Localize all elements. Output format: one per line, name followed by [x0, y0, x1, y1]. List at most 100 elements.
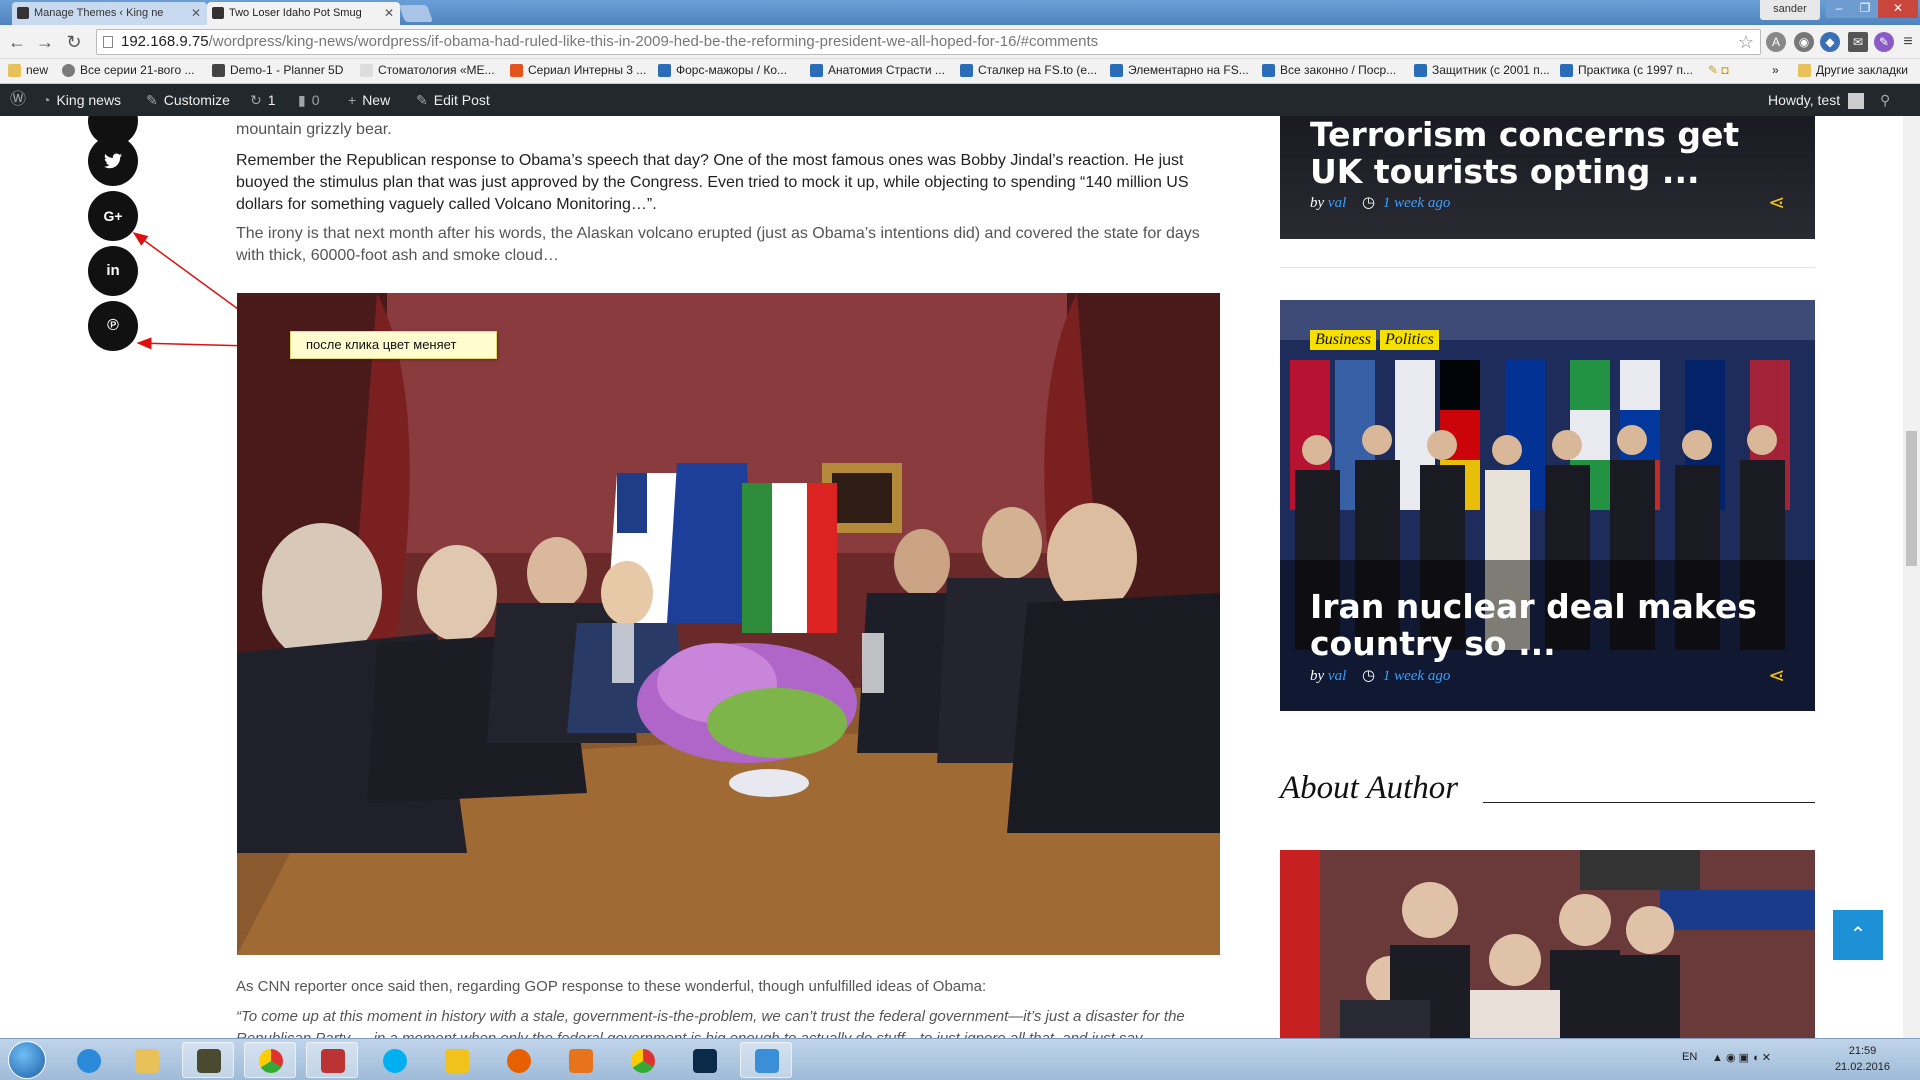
post-date-link[interactable]: 1 week ago — [1383, 195, 1450, 211]
extension-globe-icon[interactable]: ◉ — [1794, 32, 1814, 52]
post-title[interactable]: Terrorism concerns get UK tourists optin… — [1310, 116, 1780, 190]
taskbar-ie[interactable] — [62, 1042, 114, 1078]
bookmark-item[interactable]: new — [8, 63, 48, 77]
new-content-link[interactable]: + New — [348, 84, 390, 116]
sidebar-post-card[interactable]: Business Politics Iran nuclear deal makes… — [1280, 300, 1815, 711]
post-title[interactable]: Iran nuclear deal makes country so ... — [1310, 588, 1780, 662]
customize-link[interactable]: ✎ Customize — [146, 84, 230, 116]
bookmark-item[interactable]: Все серии 21-вого ... — [62, 63, 194, 77]
edit-post-link[interactable]: ✎ Edit Post — [416, 84, 490, 116]
forward-icon[interactable]: → — [34, 32, 56, 53]
bookmark-item[interactable]: Все законно / Поср... — [1262, 63, 1396, 77]
about-author-heading: About Author — [1280, 770, 1459, 806]
author-group-photo — [1280, 850, 1815, 1038]
twitter-share-button[interactable] — [88, 136, 138, 186]
internet-explorer-icon — [77, 1049, 101, 1073]
taskbar-app[interactable] — [740, 1042, 792, 1078]
bookmark-item[interactable]: Анатомия Страсти ... — [810, 63, 945, 77]
taskbar-photoshop[interactable] — [678, 1042, 730, 1078]
new-tab-button[interactable] — [398, 5, 434, 22]
chrome-icon — [259, 1049, 283, 1073]
tag-politics[interactable]: Politics — [1380, 330, 1439, 350]
mail-extension-icon[interactable]: ✉ — [1848, 32, 1868, 52]
author-link[interactable]: val — [1328, 668, 1346, 684]
tag-business[interactable]: Business — [1310, 330, 1376, 350]
page-content: G+ in ℗ mountain grizzly bear. Remember … — [0, 116, 1920, 1038]
post-meta: by val ◷ 1 week ago — [1310, 668, 1451, 684]
adblock-extension-icon[interactable]: A — [1766, 32, 1786, 52]
flame-favicon-icon — [510, 64, 523, 77]
start-button[interactable] — [8, 1041, 46, 1079]
pencil-icon: ✎ — [416, 92, 428, 108]
bookmark-item[interactable]: Стоматология «МЕ... — [360, 63, 495, 77]
close-window-button[interactable]: ✕ — [1878, 0, 1918, 18]
updates-link[interactable]: ↻ 1 — [250, 84, 276, 116]
article-paragraph: mountain grizzly bear. — [236, 121, 392, 138]
taskbar-app[interactable] — [182, 1042, 234, 1078]
browser-toolbar: ← → ↻ 192.168.9.75/wordpress/king-news/w… — [0, 25, 1920, 59]
comments-link[interactable]: ▮ 0 — [298, 84, 320, 116]
url-input[interactable]: 192.168.9.75/wordpress/king-news/wordpre… — [96, 29, 1761, 55]
close-tab-icon[interactable]: ✕ — [191, 2, 201, 24]
tab-title: Manage Themes ‹ King ne — [34, 7, 164, 19]
page-info-icon[interactable] — [103, 36, 113, 48]
page-scrollbar[interactable] — [1903, 116, 1920, 1038]
language-indicator[interactable]: EN — [1682, 1051, 1697, 1063]
share-icon[interactable]: ⋖ — [1768, 190, 1785, 215]
category-tags: Business Politics — [1310, 330, 1443, 350]
bookmark-item[interactable]: Сериал Интерны 3 ... — [510, 63, 646, 77]
minimize-window-button[interactable]: – — [1826, 0, 1852, 18]
bookmark-extra-icons[interactable]: ✎ ◘ — [1708, 63, 1729, 77]
menu-icon[interactable]: ≡ — [1898, 32, 1918, 52]
search-icon[interactable]: ⚲ — [1880, 84, 1890, 116]
bookmark-item[interactable]: Практика (с 1997 п... — [1560, 63, 1693, 77]
taskbar-explorer[interactable] — [120, 1042, 172, 1078]
close-tab-icon[interactable]: ✕ — [384, 2, 394, 24]
office-icon — [569, 1049, 593, 1073]
tab-active-article[interactable]: Two Loser Idaho Pot Smug ✕ — [207, 2, 400, 25]
dashboard-icon: ◔ — [42, 92, 51, 108]
fs-arrow-icon — [1560, 64, 1573, 77]
bookmark-item[interactable]: Защитник (с 2001 п... — [1414, 63, 1550, 77]
taskbar-chrome[interactable] — [244, 1042, 296, 1078]
sidebar-post-card[interactable]: Terrorism concerns get UK tourists optin… — [1280, 116, 1815, 239]
bookmarks-overflow-button[interactable]: » — [1772, 63, 1779, 77]
article-paragraph: Remember the Republican response to Obam… — [236, 152, 1189, 213]
profile-name[interactable]: sander — [1760, 0, 1820, 20]
tab-manage-themes[interactable]: Manage Themes ‹ King ne ✕ — [12, 2, 207, 25]
system-clock[interactable]: 21:59 21.02.2016 — [1835, 1043, 1890, 1075]
bookmark-item[interactable]: Элементарно на FS... — [1110, 63, 1249, 77]
other-bookmarks-folder[interactable]: Другие закладки — [1798, 63, 1908, 77]
scrollbar-thumb[interactable] — [1906, 431, 1917, 566]
taskbar-app[interactable] — [554, 1042, 606, 1078]
avatar — [1848, 93, 1864, 110]
bookmark-item[interactable]: Сталкер на FS.to (е... — [960, 63, 1097, 77]
page-favicon-icon — [360, 64, 373, 77]
back-icon[interactable]: ← — [6, 32, 28, 53]
post-meta: by val ◷ 1 week ago — [1310, 195, 1451, 211]
bookmark-item[interactable]: Форс-мажоры / Ко... — [658, 63, 787, 77]
fs-arrow-icon — [1110, 64, 1123, 77]
taskbar-skype[interactable] — [368, 1042, 420, 1078]
post-date-link[interactable]: 1 week ago — [1383, 668, 1450, 684]
reload-icon[interactable]: ↻ — [63, 32, 85, 53]
tray-icons[interactable]: ▲ ◉ ▣ ◖ ✕ — [1712, 1051, 1771, 1064]
bookmark-item[interactable]: Demo-1 - Planner 5D — [212, 63, 343, 77]
share-icon[interactable]: ⋖ — [1768, 663, 1785, 688]
back-to-top-button[interactable]: ⌃ — [1833, 910, 1883, 960]
bookmark-star-icon[interactable]: ☆ — [1738, 30, 1754, 54]
taskbar-app[interactable] — [306, 1042, 358, 1078]
site-name-link[interactable]: ◔ King news — [42, 84, 121, 116]
clock-icon: ◷ — [1362, 195, 1376, 211]
pen-extension-icon[interactable]: ✎ — [1874, 32, 1894, 52]
fs-arrow-icon — [1262, 64, 1275, 77]
taskbar-chrome[interactable] — [616, 1042, 668, 1078]
extension-shield-icon[interactable]: ◆ — [1820, 32, 1840, 52]
wordpress-logo-icon[interactable]: Ⓦ — [10, 84, 26, 116]
account-menu[interactable]: Howdy, test — [1768, 84, 1864, 116]
taskbar-app[interactable] — [430, 1042, 482, 1078]
restore-window-button[interactable]: ❐ — [1852, 0, 1878, 18]
taskbar-firefox[interactable] — [492, 1042, 544, 1078]
url-path: /wordpress/king-news/wordpress/if-obama-… — [208, 33, 1099, 50]
author-link[interactable]: val — [1328, 195, 1346, 211]
